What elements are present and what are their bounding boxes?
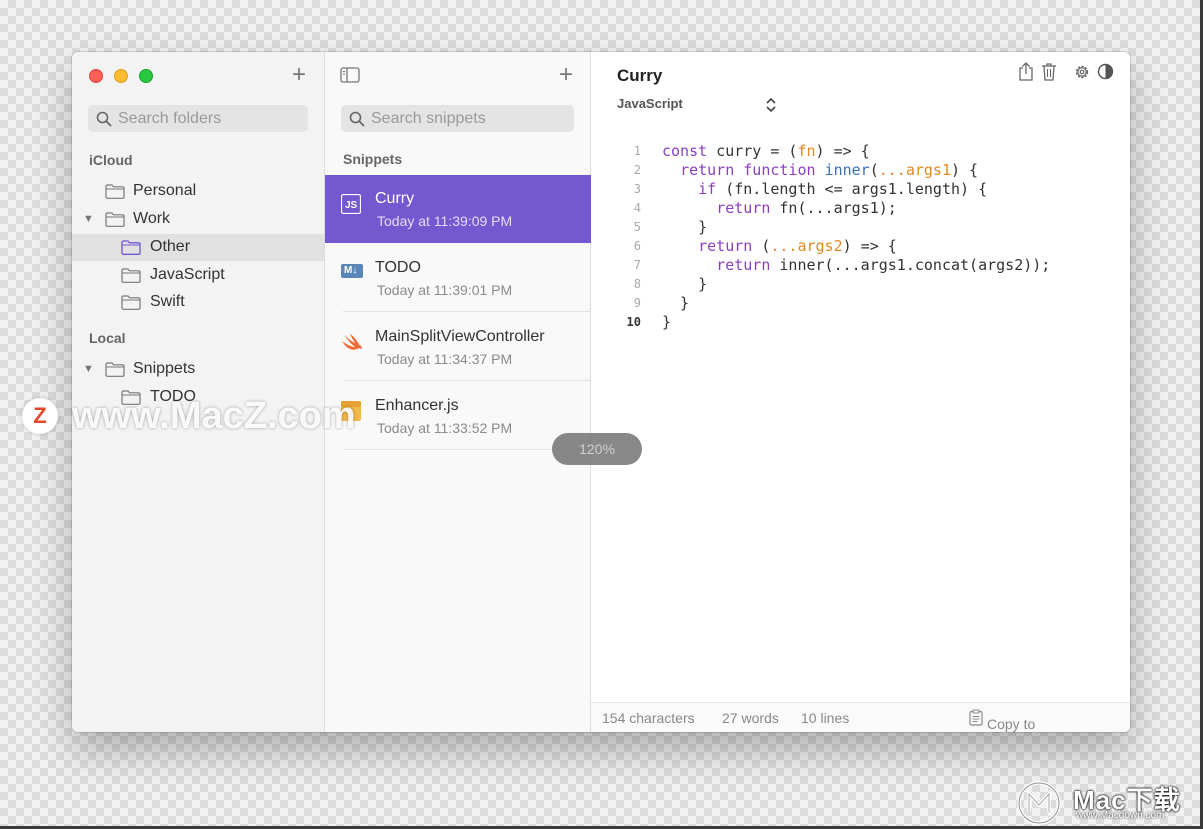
folder-icon (105, 184, 125, 199)
badge-label: JS (345, 200, 358, 211)
code-line: return (...args2) => { (698, 237, 897, 255)
section-label-icloud: iCloud (89, 152, 133, 168)
line-number: 4 (633, 201, 641, 215)
clipboard-icon (969, 709, 983, 726)
folder-icon (105, 212, 125, 227)
sidebar-item-label: Swift (150, 293, 185, 310)
share-icon[interactable] (1018, 62, 1034, 81)
code-line: } (662, 218, 708, 236)
line-number-gutter: 1 2 3 4 5 6 7 8 9 10 (621, 142, 641, 332)
search-icon (96, 111, 112, 126)
watermark-brand-url: www.Macdown.com (1076, 810, 1165, 821)
line-number: 3 (633, 182, 641, 196)
sidebar-item-other[interactable]: Other (72, 234, 324, 261)
language-selector[interactable]: JavaScript (617, 96, 683, 111)
code-line: } (662, 313, 672, 331)
copy-to-clipboard-label: Copy to clipboard (987, 716, 1036, 732)
snippet-list-title: Snippets (343, 151, 403, 167)
divider (343, 311, 591, 312)
sidebar-toggle-icon[interactable] (340, 67, 360, 83)
snippet-list: + Search snippets Snippets JS Curry Toda… (325, 52, 591, 732)
gear-icon[interactable] (1073, 63, 1091, 81)
folder-icon (121, 295, 141, 310)
line-number: 6 (633, 239, 641, 253)
word-count: 27 words (722, 710, 779, 726)
code-editor-pane: Curry JavaScript 1 2 3 4 5 6 7 8 9 10 co… (591, 52, 1130, 732)
search-snippets-input[interactable]: Search snippets (341, 105, 574, 132)
minimize-window-button[interactable] (114, 69, 128, 83)
search-folders-placeholder: Search folders (118, 109, 222, 127)
snippet-date: Today at 11:39:01 PM (377, 282, 513, 298)
code-line: const curry = (fn) => { (662, 142, 870, 160)
macdown-logo-icon (1017, 781, 1061, 825)
code-line: return function inner(...args1) { (680, 161, 979, 179)
sidebar-item-personal[interactable]: Personal (72, 178, 324, 205)
search-snippets-placeholder: Search snippets (371, 109, 486, 127)
folder-icon (121, 240, 141, 255)
snippet-name: Enhancer.js (375, 397, 459, 414)
character-count: 154 characters (602, 710, 695, 726)
sidebar-item-label: Other (150, 238, 191, 255)
sidebar-item-label: JavaScript (150, 266, 225, 283)
search-folders-input[interactable]: Search folders (88, 105, 308, 132)
trash-icon[interactable] (1041, 62, 1057, 81)
watermark-site: www.MacZ.com (72, 394, 356, 437)
divider (343, 380, 591, 381)
code-line: } (662, 294, 690, 312)
snippet-name: TODO (375, 259, 421, 276)
line-number: 2 (633, 163, 641, 177)
zoom-window-button[interactable] (139, 69, 153, 83)
add-folder-button[interactable]: + (292, 63, 306, 87)
copy-to-clipboard-button[interactable]: Copy to clipboard (969, 709, 1035, 732)
folder-icon (121, 268, 141, 283)
sidebar-item-work[interactable]: ▼ Work (72, 206, 324, 233)
swift-icon (342, 333, 362, 350)
snippet-date: Today at 11:34:37 PM (377, 351, 513, 367)
code-line: if (fn.length <= args1.length) { (698, 180, 988, 198)
list-item-curry[interactable]: JS Curry Today at 11:39:09 PM (325, 175, 591, 243)
snippet-date: Today at 11:39:09 PM (377, 213, 513, 229)
line-number: 8 (633, 277, 641, 291)
line-count: 10 lines (801, 710, 850, 726)
line-number: 1 (633, 144, 641, 158)
disclosure-triangle-icon[interactable]: ▼ (83, 363, 94, 375)
line-number-current: 10 (626, 315, 641, 329)
list-item-mainsplitviewcontroller[interactable]: MainSplitViewController Today at 11:34:3… (325, 313, 591, 381)
search-icon (349, 111, 365, 126)
chevron-up-down-icon[interactable] (765, 96, 777, 114)
sidebar-item-label: Snippets (133, 360, 196, 377)
badge-label: M↓ (344, 265, 358, 276)
app-window: + Search folders iCloud Personal ▼ Work … (72, 52, 1130, 732)
code-line: } (662, 275, 708, 293)
folder-sidebar: + Search folders iCloud Personal ▼ Work … (72, 52, 325, 732)
folder-icon (105, 362, 125, 377)
list-item-todo[interactable]: M↓ TODO Today at 11:39:01 PM (325, 244, 591, 312)
list-item-enhancer-js[interactable]: Enhancer.js Today at 11:33:52 PM (325, 382, 591, 450)
sidebar-item-javascript[interactable]: JavaScript (72, 262, 324, 289)
sidebar-item-label: Work (133, 210, 171, 227)
snippet-name: MainSplitViewController (375, 328, 545, 345)
watermark-logo: Z (22, 398, 58, 434)
appearance-icon[interactable] (1097, 63, 1114, 80)
watermark-macz: Z www.MacZ.com (22, 394, 356, 438)
status-bar: 154 characters 27 words 10 lines Copy to… (591, 702, 1130, 732)
close-window-button[interactable] (89, 69, 103, 83)
snippet-title[interactable]: Curry (617, 66, 662, 86)
watermark-macdown: Mac下载 www.Macdown.com (1016, 778, 1196, 826)
sidebar-item-swift[interactable]: Swift (72, 289, 324, 316)
code-text-area[interactable]: const curry = (fn) => { return function … (662, 142, 1050, 332)
line-number: 9 (633, 296, 641, 310)
section-label-local: Local (89, 330, 126, 346)
zoom-level-indicator: 120% (552, 433, 642, 465)
line-number: 5 (633, 220, 641, 234)
code-line: return fn(...args1); (716, 199, 897, 217)
snippet-date: Today at 11:33:52 PM (377, 420, 513, 436)
add-snippet-button[interactable]: + (559, 63, 573, 87)
sidebar-item-label: Personal (133, 182, 197, 199)
disclosure-triangle-icon[interactable]: ▼ (83, 213, 94, 225)
code-line: return inner(...args1.concat(args2)); (716, 256, 1051, 274)
line-number: 7 (633, 258, 641, 272)
snippet-name: Curry (375, 190, 415, 207)
sidebar-item-snippets[interactable]: ▼ Snippets (72, 356, 324, 383)
